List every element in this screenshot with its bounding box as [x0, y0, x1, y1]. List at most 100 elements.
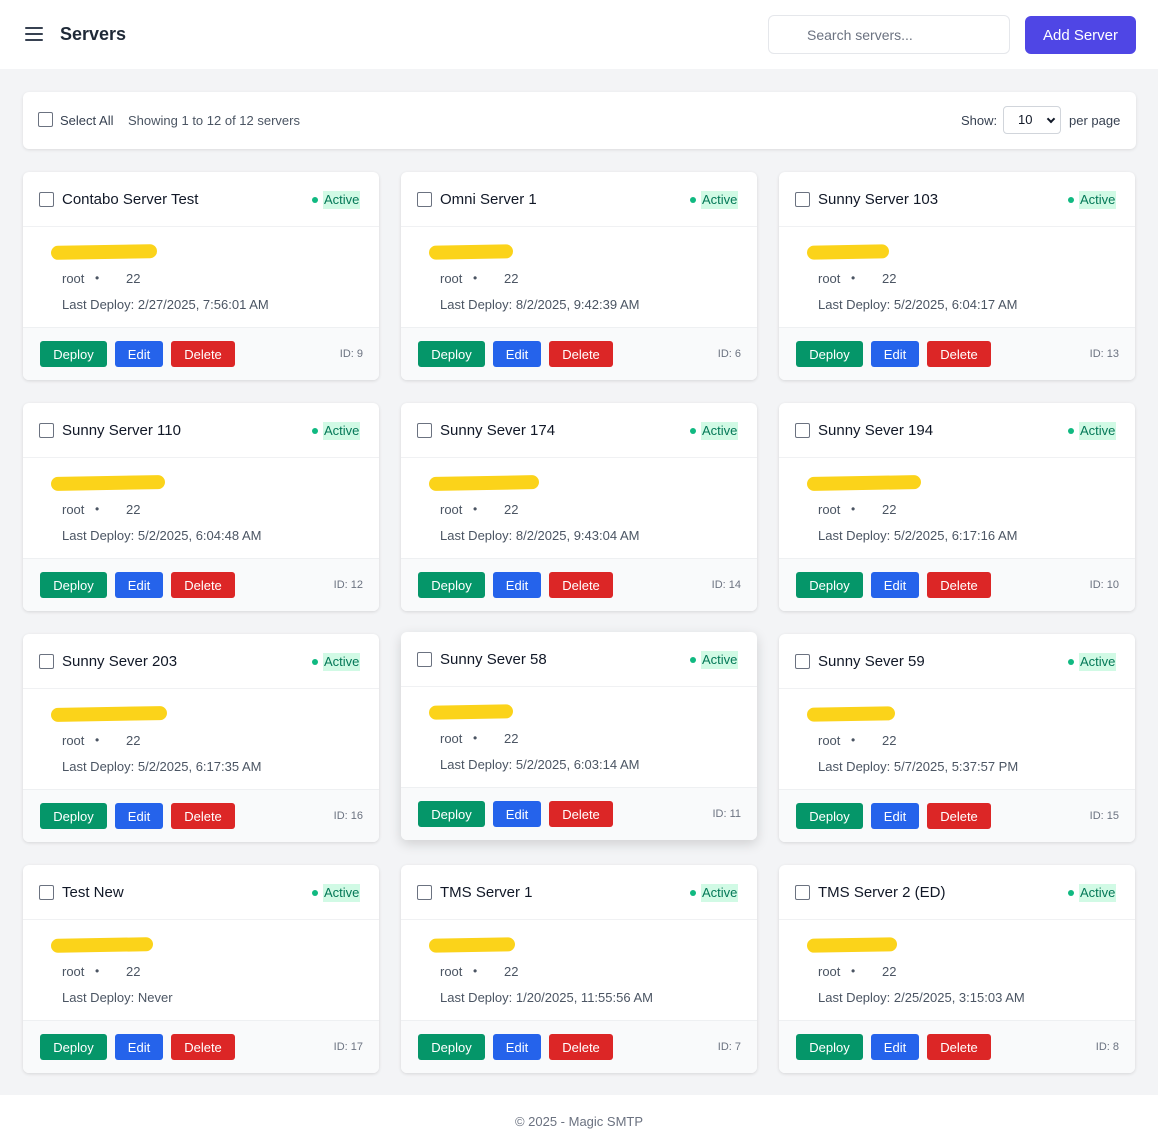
card-header: Omni Server 1 Active	[401, 172, 757, 227]
redacted-host	[806, 937, 898, 953]
deploy-button[interactable]: Deploy	[40, 803, 107, 829]
edit-button[interactable]: Edit	[493, 572, 541, 598]
separator: •	[95, 271, 100, 285]
server-name: TMS Server 1	[440, 884, 533, 901]
search-input[interactable]	[768, 15, 1010, 54]
redacted-host	[806, 244, 890, 260]
server-user: root	[62, 271, 85, 286]
server-checkbox[interactable]	[795, 885, 810, 900]
edit-button[interactable]: Edit	[115, 572, 163, 598]
server-id: ID: 13	[1089, 348, 1119, 360]
edit-button[interactable]: Edit	[871, 572, 919, 598]
server-checkbox[interactable]	[795, 423, 810, 438]
show-label: Show:	[961, 113, 998, 128]
server-name: Contabo Server Test	[62, 191, 199, 208]
status-badge: Active	[1079, 653, 1117, 671]
last-deploy: Last Deploy: 2/27/2025, 7:56:01 AM	[62, 297, 269, 312]
deploy-button[interactable]: Deploy	[418, 1034, 485, 1060]
per-page-select[interactable]: 10	[1003, 106, 1061, 134]
separator: •	[473, 964, 478, 978]
delete-button[interactable]: Delete	[549, 801, 613, 827]
delete-button[interactable]: Delete	[549, 572, 613, 598]
select-all-checkbox[interactable]	[38, 112, 53, 127]
deploy-button[interactable]: Deploy	[796, 1034, 863, 1060]
last-deploy: Last Deploy: 1/20/2025, 11:55:56 AM	[440, 990, 653, 1005]
delete-button[interactable]: Delete	[927, 1034, 991, 1060]
server-name: Omni Server 1	[440, 191, 537, 208]
separator: •	[95, 502, 100, 516]
deploy-button[interactable]: Deploy	[40, 572, 107, 598]
page-title: Servers	[60, 24, 127, 44]
server-checkbox[interactable]	[795, 654, 810, 669]
status-dot-icon	[1068, 428, 1074, 434]
deploy-button[interactable]: Deploy	[418, 572, 485, 598]
redacted-host	[806, 706, 896, 722]
server-checkbox[interactable]	[417, 885, 432, 900]
edit-button[interactable]: Edit	[871, 803, 919, 829]
hamburger-menu-icon[interactable]	[25, 27, 43, 43]
server-user: root	[440, 964, 463, 979]
server-port: 22	[882, 733, 897, 748]
edit-button[interactable]: Edit	[115, 1034, 163, 1060]
server-id: ID: 7	[717, 1041, 741, 1053]
deploy-button[interactable]: Deploy	[796, 572, 863, 598]
server-checkbox[interactable]	[417, 652, 432, 667]
server-port: 22	[126, 271, 141, 286]
last-deploy: Last Deploy: 8/2/2025, 9:42:39 AM	[440, 297, 640, 312]
last-deploy: Last Deploy: 2/25/2025, 3:15:03 AM	[818, 990, 1025, 1005]
separator: •	[851, 502, 856, 516]
deploy-button[interactable]: Deploy	[796, 803, 863, 829]
separator: •	[851, 271, 856, 285]
edit-button[interactable]: Edit	[115, 803, 163, 829]
card-footer: Deploy Edit Delete ID: 13	[779, 327, 1135, 380]
status-badge: Active	[1079, 422, 1117, 440]
server-port: 22	[504, 502, 519, 517]
deploy-button[interactable]: Deploy	[418, 341, 485, 367]
status-badge: Active	[323, 422, 361, 440]
server-card: Sunny Sever 58 Active root • 22 Last Dep…	[401, 632, 757, 840]
server-card: Sunny Server 110 Active root • 22 Last D…	[23, 403, 379, 611]
edit-button[interactable]: Edit	[871, 341, 919, 367]
server-checkbox[interactable]	[39, 192, 54, 207]
delete-button[interactable]: Delete	[171, 572, 235, 598]
status-badge: Active	[1079, 191, 1117, 209]
delete-button[interactable]: Delete	[171, 1034, 235, 1060]
server-port: 22	[882, 271, 897, 286]
delete-button[interactable]: Delete	[549, 341, 613, 367]
server-checkbox[interactable]	[795, 192, 810, 207]
redacted-host	[428, 244, 514, 260]
delete-button[interactable]: Delete	[171, 803, 235, 829]
delete-button[interactable]: Delete	[927, 803, 991, 829]
delete-button[interactable]: Delete	[927, 572, 991, 598]
edit-button[interactable]: Edit	[493, 341, 541, 367]
status-dot-icon	[312, 659, 318, 665]
server-id: ID: 6	[717, 348, 741, 360]
server-name: Sunny Sever 58	[440, 651, 547, 668]
delete-button[interactable]: Delete	[171, 341, 235, 367]
separator: •	[851, 964, 856, 978]
edit-button[interactable]: Edit	[493, 801, 541, 827]
server-checkbox[interactable]	[39, 654, 54, 669]
server-id: ID: 14	[711, 579, 741, 591]
deploy-button[interactable]: Deploy	[40, 1034, 107, 1060]
deploy-button[interactable]: Deploy	[40, 341, 107, 367]
card-header: TMS Server 1 Active	[401, 865, 757, 920]
server-checkbox[interactable]	[39, 885, 54, 900]
delete-button[interactable]: Delete	[927, 341, 991, 367]
redacted-host	[428, 704, 514, 720]
card-header: Contabo Server Test Active	[23, 172, 379, 227]
edit-button[interactable]: Edit	[493, 1034, 541, 1060]
edit-button[interactable]: Edit	[115, 341, 163, 367]
status-badge: Active	[323, 884, 361, 902]
server-id: ID: 12	[333, 579, 363, 591]
edit-button[interactable]: Edit	[871, 1034, 919, 1060]
server-checkbox[interactable]	[39, 423, 54, 438]
select-all-label[interactable]: Select All	[60, 113, 113, 128]
deploy-button[interactable]: Deploy	[418, 801, 485, 827]
server-card: Contabo Server Test Active root • 22 Las…	[23, 172, 379, 380]
delete-button[interactable]: Delete	[549, 1034, 613, 1060]
server-checkbox[interactable]	[417, 192, 432, 207]
deploy-button[interactable]: Deploy	[796, 341, 863, 367]
add-server-button[interactable]: Add Server	[1025, 16, 1136, 54]
server-checkbox[interactable]	[417, 423, 432, 438]
